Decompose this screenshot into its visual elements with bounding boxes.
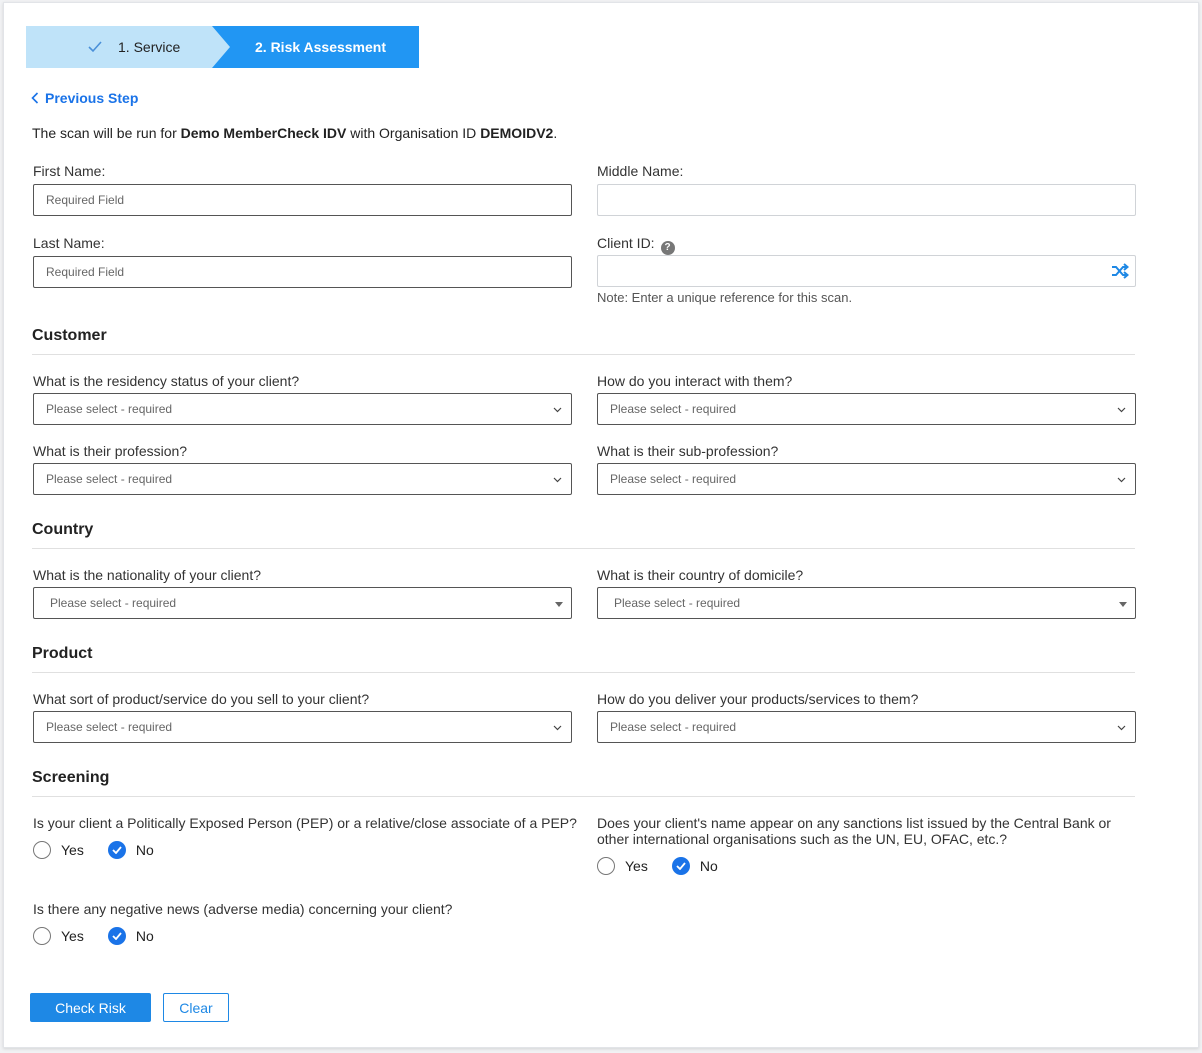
interact-select[interactable]: Please select - required [597, 393, 1136, 425]
scan-info: The scan will be run for Demo MemberChec… [32, 125, 557, 141]
shuffle-icon[interactable] [1111, 263, 1129, 279]
section-divider [32, 672, 1135, 673]
section-product-title: Product [32, 645, 93, 662]
client-id-note: Note: Enter a unique reference for this … [597, 290, 853, 305]
adverse-yes-radio[interactable] [33, 927, 51, 945]
pep-radio-group: Yes No [33, 841, 178, 859]
chevron-down-icon [1117, 407, 1126, 413]
sanctions-label-line1: Does your client's name appear on any sa… [597, 815, 1111, 831]
first-name-label: First Name: [33, 163, 106, 179]
step-service-label: 1. Service [118, 39, 181, 55]
pep-label: Is your client a Politically Exposed Per… [33, 815, 577, 831]
step-risk-assessment-label: 2. Risk Assessment [255, 39, 386, 55]
sanctions-no-label: No [699, 858, 718, 874]
product-sold-label: What sort of product/service do you sell… [33, 691, 370, 707]
section-screening-title: Screening [32, 769, 110, 786]
pep-no-radio[interactable] [107, 841, 126, 859]
chevron-down-icon [553, 477, 562, 483]
delivery-value: Please select - required [610, 720, 737, 734]
section-country-title: Country [32, 521, 94, 538]
adverse-no-radio[interactable] [107, 927, 126, 945]
profession-label: What is their profession? [33, 443, 188, 459]
client-id-input[interactable] [597, 255, 1136, 287]
adverse-media-radio-group: Yes No [33, 927, 178, 945]
client-id-label-text: Client ID: [597, 235, 655, 251]
pep-yes-radio[interactable] [33, 841, 51, 859]
sanctions-label-line2: other international organisations such a… [597, 831, 1008, 847]
pep-no-label: No [135, 842, 154, 858]
residency-value: Please select - required [46, 402, 173, 416]
section-divider [32, 354, 1135, 355]
pep-yes-label: Yes [61, 842, 84, 858]
help-icon[interactable]: ? [660, 241, 675, 255]
check-risk-button[interactable]: Check Risk [30, 993, 151, 1022]
check-icon [112, 846, 122, 854]
sanctions-yes-label: Yes [625, 858, 648, 874]
nationality-select[interactable]: Please select - required [33, 587, 572, 619]
residency-select[interactable]: Please select - required [33, 393, 572, 425]
middle-name-label: Middle Name: [597, 163, 684, 179]
interact-value: Please select - required [610, 402, 737, 416]
check-icon [88, 41, 102, 53]
last-name-placeholder: Required Field [46, 265, 125, 279]
clear-button[interactable]: Clear [163, 993, 229, 1022]
adverse-no-label: No [135, 928, 154, 944]
profession-select[interactable]: Please select - required [33, 463, 572, 495]
last-name-label: Last Name: [33, 235, 105, 251]
sub-profession-value: Please select - required [610, 472, 737, 486]
chevron-down-icon [553, 407, 562, 413]
check-icon [676, 862, 686, 870]
product-sold-select[interactable]: Please select - required [33, 711, 572, 743]
chevron-left-icon [31, 92, 39, 104]
caret-down-icon [1119, 602, 1127, 607]
adverse-yes-label: Yes [61, 928, 84, 944]
check-icon [112, 932, 122, 940]
sanctions-radio-group: Yes No [597, 857, 742, 875]
previous-step-link[interactable]: Previous Step [31, 90, 138, 106]
step-service[interactable]: 1. Service [26, 26, 232, 68]
sanctions-label: Does your client's name appear on any sa… [597, 815, 1111, 847]
sanctions-yes-radio[interactable] [597, 857, 615, 875]
section-customer-title: Customer [32, 327, 107, 344]
organisation-name: Demo MemberCheck IDV [180, 125, 347, 141]
form-card [3, 2, 1199, 1048]
caret-down-icon [555, 602, 563, 607]
section-divider [32, 548, 1135, 549]
profession-value: Please select - required [46, 472, 173, 486]
step-risk-assessment[interactable]: 2. Risk Assessment [212, 26, 419, 68]
delivery-select[interactable]: Please select - required [597, 711, 1136, 743]
first-name-placeholder: Required Field [46, 193, 125, 207]
interact-label: How do you interact with them? [597, 373, 793, 389]
delivery-label: How do you deliver your products/service… [597, 691, 919, 707]
product-sold-value: Please select - required [46, 720, 173, 734]
sanctions-no-radio[interactable] [671, 857, 690, 875]
first-name-input[interactable]: Required Field [33, 184, 572, 216]
client-id-label: Client ID:? [597, 235, 675, 255]
sub-profession-select[interactable]: Please select - required [597, 463, 1136, 495]
section-divider [32, 796, 1135, 797]
middle-name-input[interactable] [597, 184, 1136, 216]
domicile-label: What is their country of domicile? [597, 567, 804, 583]
nationality-value: Please select - required [50, 596, 177, 610]
scan-info-middle: with Organisation ID [346, 125, 481, 141]
domicile-select[interactable]: Please select - required [597, 587, 1136, 619]
nationality-label: What is the nationality of your client? [33, 567, 262, 583]
domicile-value: Please select - required [614, 596, 741, 610]
scan-info-prefix: The scan will be run for [32, 125, 181, 141]
organisation-id: DEMOIDV2 [480, 125, 554, 141]
chevron-down-icon [1117, 725, 1126, 731]
adverse-media-label: Is there any negative news (adverse medi… [33, 901, 453, 917]
residency-label: What is the residency status of your cli… [33, 373, 300, 389]
chevron-down-icon [1117, 477, 1126, 483]
last-name-input[interactable]: Required Field [33, 256, 572, 288]
sub-profession-label: What is their sub-profession? [597, 443, 779, 459]
previous-step-label: Previous Step [45, 90, 139, 106]
scan-info-suffix: . [553, 125, 558, 141]
chevron-down-icon [553, 725, 562, 731]
